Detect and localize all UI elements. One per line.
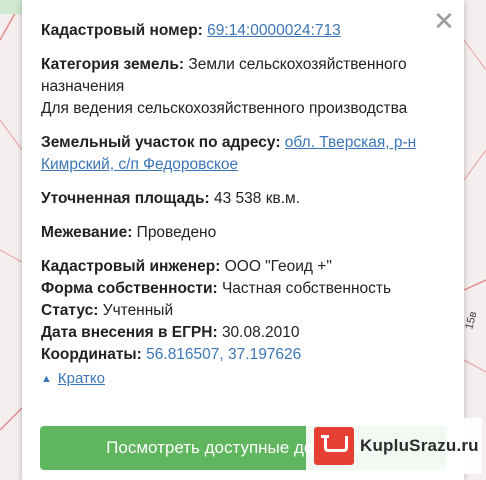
triangle-up-icon: ▲ — [41, 372, 52, 385]
cadastral-number-link[interactable]: 69:14:0000024:713 — [207, 22, 341, 39]
popup-content: Кадастровый номер: 69:14:0000024:713 Кат… — [41, 20, 441, 390]
area-row: Уточненная площадь: 43 538 кв.м. — [41, 188, 441, 210]
egrn-date-row: Дата внесения в ЕГРН: 30.08.2010 — [41, 322, 441, 344]
land-category-label: Категория земель: — [41, 56, 185, 73]
survey-row: Межевание: Проведено — [41, 222, 441, 244]
land-category-row: Категория земель: Земли сельскохозяйстве… — [41, 54, 441, 98]
address-row: Земельный участок по адресу: обл. Тверск… — [41, 132, 441, 176]
cadastral-number-label: Кадастровый номер: — [41, 22, 203, 39]
cadastral-number-row: Кадастровый номер: 69:14:0000024:713 — [41, 20, 441, 42]
collapse-toggle[interactable]: ▲ Кратко — [41, 368, 105, 390]
cart-logo-icon — [314, 427, 354, 465]
engineer-value: ООО "Геоид +" — [224, 258, 332, 275]
coordinates-label: Координаты: — [41, 346, 142, 363]
engineer-row: Кадастровый инженер: ООО "Геоид +" — [41, 256, 441, 278]
egrn-date-label: Дата внесения в ЕГРН: — [41, 324, 218, 341]
area-value: 43 538 кв.м. — [214, 190, 300, 207]
status-value: Учтенный — [102, 302, 174, 319]
address-label: Земельный участок по адресу: — [41, 134, 281, 151]
survey-label: Межевание: — [41, 224, 133, 241]
ownership-row: Форма собственности: Частная собственнос… — [41, 278, 441, 300]
ownership-label: Форма собственности: — [41, 280, 218, 297]
egrn-date-value: 30.08.2010 — [221, 324, 300, 341]
coordinates-row: Координаты: 56.816507, 37.197626 — [41, 344, 441, 366]
engineer-label: Кадастровый инженер: — [41, 258, 221, 275]
coordinates-link[interactable]: 56.816507, 37.197626 — [146, 346, 301, 363]
watermark: KupluSrazu.ru — [306, 418, 482, 474]
status-label: Статус: — [41, 302, 99, 319]
survey-value: Проведено — [136, 224, 217, 241]
watermark-text: KupluSrazu.ru — [360, 436, 479, 455]
land-usage: Для ведения сельскохозяйственного произв… — [41, 100, 408, 117]
ownership-value: Частная собственность — [221, 280, 392, 297]
status-row: Статус: Учтенный — [41, 300, 441, 322]
cadastral-info-popup: ✕ Кадастровый номер: 69:14:0000024:713 К… — [22, 0, 464, 480]
collapse-toggle-label: Кратко — [57, 370, 105, 387]
area-label: Уточненная площадь: — [41, 190, 210, 207]
